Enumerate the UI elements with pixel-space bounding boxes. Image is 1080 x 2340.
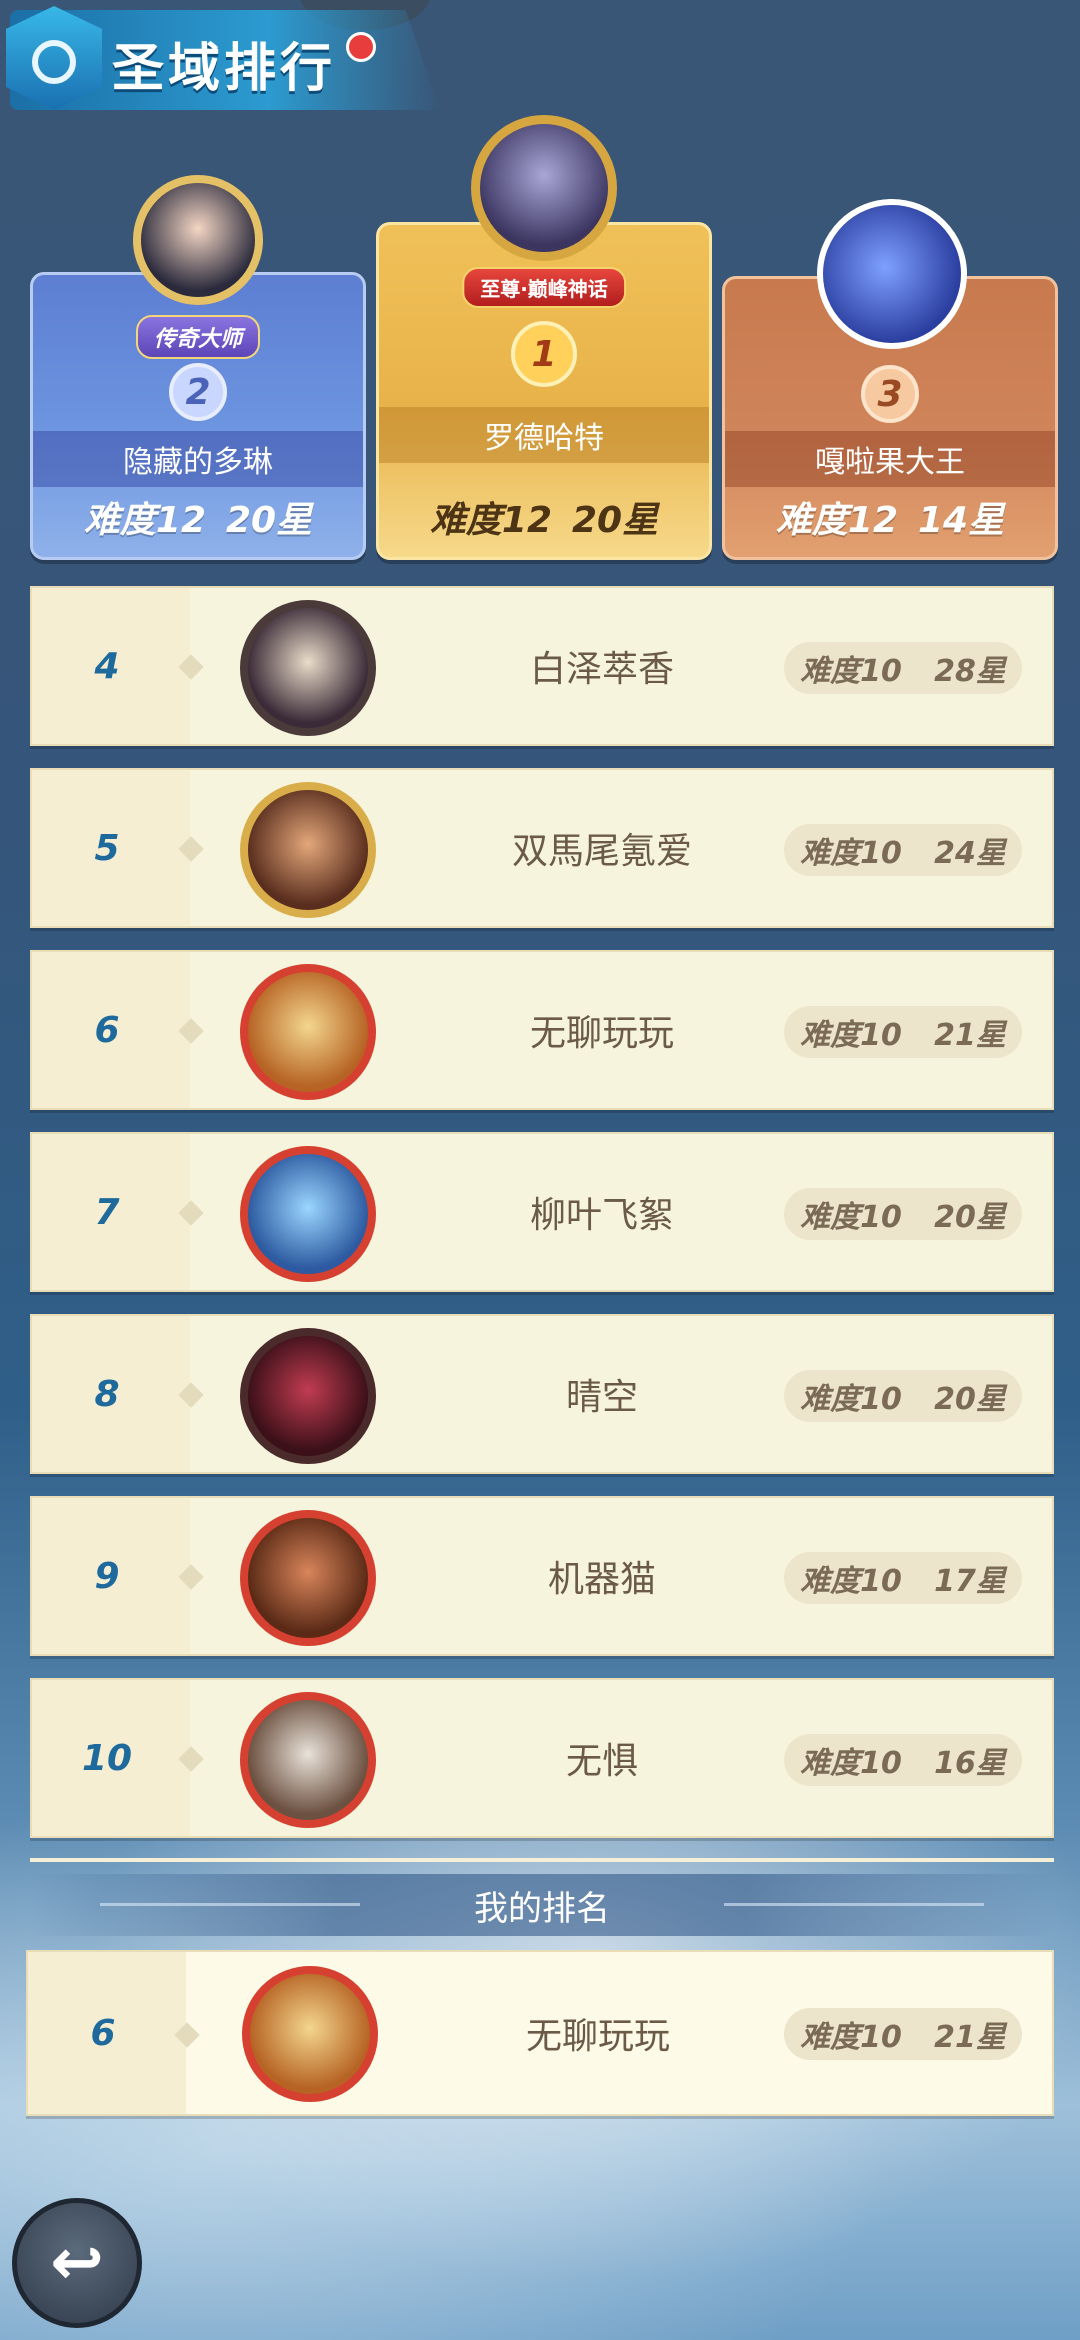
stars-label: 14星 [918,500,1005,541]
back-arrow-icon: ↩ [50,2226,104,2300]
player-name: 无聊玩玩 [529,1013,674,1054]
difficulty-label: 难度10 [800,1382,902,1417]
score-pill: 难度10 21星 [784,2008,1022,2060]
stars-label: 20星 [572,500,659,541]
diamond-ornament-icon [178,654,204,680]
rank-number: 7 [94,1191,120,1233]
ranking-row[interactable]: 7 柳叶飞絮 难度10 20星 [30,1132,1054,1292]
back-button[interactable]: ↩ [12,2198,142,2328]
difficulty-label: 难度10 [800,1018,902,1053]
ranking-row[interactable]: 10 无惧 难度10 16星 [30,1678,1054,1838]
ranking-row[interactable]: 5 双馬尾氪爱 难度10 24星 [30,768,1054,928]
difficulty-label: 难度10 [800,1200,902,1235]
stars-label: 20星 [934,1200,1006,1235]
my-ranking-row[interactable]: 6 无聊玩玩 难度10 21星 [26,1950,1054,2116]
player-avatar [240,1146,376,1282]
stars-label: 28星 [934,654,1006,689]
player-name: 晴空 [565,1377,638,1418]
stars-label: 24星 [934,836,1006,871]
rank-medal-icon: 2 [169,363,227,421]
player-avatar [240,964,376,1100]
stars-label: 17星 [934,1564,1006,1599]
difficulty-label: 难度10 [800,1746,902,1781]
stars-label: 21星 [934,1018,1006,1053]
rank-number: 6 [90,2012,116,2054]
player-avatar [240,1692,376,1828]
difficulty-label: 难度12 [83,500,206,541]
diamond-ornament-icon [178,836,204,862]
player-avatar [817,199,967,349]
player-name: 嘎啦果大王 [725,431,1055,487]
player-score: 难度12 14星 [725,491,1055,543]
page-title: 圣域排行 [112,39,337,99]
notification-dot [346,32,376,62]
score-pill: 难度10 16星 [784,1734,1022,1786]
player-score: 难度12 20星 [379,491,709,543]
difficulty-label: 难度10 [800,836,902,871]
rank-number: 10 [81,1737,133,1779]
stars-label: 21星 [934,2020,1006,2055]
player-avatar [240,1510,376,1646]
score-pill: 难度10 21星 [784,1006,1022,1058]
rank-medal-icon: 3 [861,365,919,423]
ranking-row[interactable]: 4 白泽萃香 难度10 28星 [30,586,1054,746]
ornament-line [724,1903,984,1906]
player-name: 无惧 [565,1741,638,1782]
podium-rank-1[interactable]: 至尊·巅峰神话 1 罗德哈特 难度12 20星 [376,115,712,560]
player-name: 隐藏的多琳 [33,431,363,487]
player-avatar [240,1328,376,1464]
player-avatar [471,115,617,261]
score-pill: 难度10 20星 [784,1188,1022,1240]
divider [30,1858,1054,1862]
rank-number: 5 [94,827,120,869]
player-avatar [240,782,376,918]
score-pill: 难度10 20星 [784,1370,1022,1422]
difficulty-label: 难度10 [800,2020,902,2055]
ranking-row[interactable]: 6 无聊玩玩 难度10 21星 [30,950,1054,1110]
stars-label: 20星 [226,500,313,541]
ornament-line [100,1903,360,1906]
podium-rank-3[interactable]: 3 嘎啦果大王 难度12 14星 [722,199,1058,560]
player-avatar [242,1966,378,2102]
title-badge: 至尊·巅峰神话 [462,267,626,308]
rank-number: 9 [94,1555,120,1597]
diamond-ornament-icon [178,1746,204,1772]
score-pill: 难度10 24星 [784,824,1022,876]
score-pill: 难度10 28星 [784,642,1022,694]
rank-number: 8 [94,1373,120,1415]
rank-medal-icon: 1 [511,321,577,387]
my-ranking-header: 我的排名 [30,1874,1054,1936]
podium-rank-2[interactable]: 传奇大师 2 隐藏的多琳 难度12 20星 [30,175,366,560]
difficulty-label: 难度12 [775,500,898,541]
player-name: 白泽萃香 [529,649,674,690]
player-name: 机器猫 [547,1559,656,1600]
stars-label: 16星 [934,1746,1006,1781]
player-score: 难度12 20星 [33,491,363,543]
player-name: 柳叶飞絮 [529,1195,674,1236]
ranking-row[interactable]: 9 机器猫 难度10 17星 [30,1496,1054,1656]
diamond-ornament-icon [174,2022,200,2048]
player-avatar [133,175,263,305]
rank-number: 4 [94,645,120,687]
player-name: 双馬尾氪爱 [511,831,692,872]
difficulty-label: 难度10 [800,1564,902,1599]
score-pill: 难度10 17星 [784,1552,1022,1604]
difficulty-label: 难度12 [429,500,552,541]
rank-number: 6 [94,1009,120,1051]
my-ranking-label: 我的排名 [474,1888,610,1929]
diamond-ornament-icon [178,1382,204,1408]
ranking-row[interactable]: 8 晴空 难度10 20星 [30,1314,1054,1474]
player-avatar [240,600,376,736]
player-name: 罗德哈特 [379,407,709,463]
diamond-ornament-icon [178,1200,204,1226]
stars-label: 20星 [934,1382,1006,1417]
player-name: 无聊玩玩 [525,2016,670,2057]
title-badge: 传奇大师 [135,315,261,359]
diamond-ornament-icon [178,1564,204,1590]
difficulty-label: 难度10 [800,654,902,689]
diamond-ornament-icon [178,1018,204,1044]
